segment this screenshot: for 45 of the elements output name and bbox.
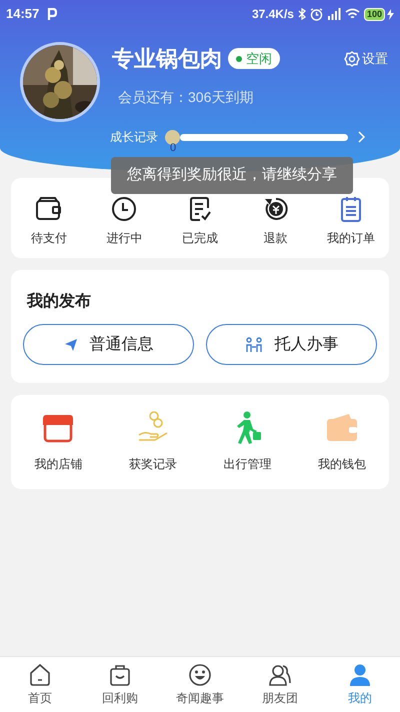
status-badge: 空闲	[228, 48, 280, 70]
chevron-right-icon[interactable]	[358, 131, 366, 143]
growth-thumb[interactable]	[165, 130, 180, 144]
people-icon	[268, 662, 292, 686]
tool-item[interactable]: 获奖记录	[106, 411, 200, 473]
settings-icon	[344, 50, 360, 66]
tab-item[interactable]: 奇闻趣事	[160, 657, 240, 712]
tool-item[interactable]: 出行管理	[200, 411, 294, 473]
refund-icon	[262, 196, 289, 222]
clock-icon	[111, 196, 138, 222]
growth-value: 0	[170, 142, 176, 154]
network-speed: 37.4K/s	[252, 6, 294, 23]
parking-app-icon	[47, 8, 58, 20]
membership-text: 会员还有：306天到期	[118, 88, 254, 107]
battery-indicator: 100	[364, 8, 385, 20]
alarm-icon	[310, 8, 323, 20]
checklist-icon	[188, 196, 212, 222]
toast-message: 您离得到奖励很近，请继续分享	[111, 157, 353, 194]
home-icon	[28, 662, 52, 686]
publish-button[interactable]: 普通信息	[23, 324, 194, 365]
tool-item[interactable]: 我的店铺	[11, 411, 106, 473]
shop-icon	[42, 413, 74, 443]
wallet-icon	[324, 413, 359, 443]
people-icon	[244, 336, 262, 352]
tab-item[interactable]: 首页	[0, 657, 80, 712]
bluetooth-icon	[298, 8, 306, 20]
person-icon	[348, 662, 372, 686]
settings-button[interactable]: 设置	[344, 48, 388, 68]
notepad-icon	[340, 196, 362, 222]
order-item[interactable]: 待支付	[11, 189, 87, 247]
section-title: 我的发布	[27, 292, 92, 312]
growth-label: 成长记录	[110, 129, 158, 146]
signal-icon	[326, 8, 341, 20]
tool-item[interactable]: 我的钱包	[294, 411, 389, 473]
publish-button[interactable]: 托人办事	[206, 324, 377, 365]
wifi-icon	[344, 8, 360, 20]
user-name: 专业锅包肉	[112, 45, 222, 73]
shopping-bag-icon	[108, 662, 132, 686]
charging-icon	[387, 8, 394, 20]
status-time: 14:57	[6, 5, 40, 24]
wallet-icon	[34, 197, 63, 221]
paper-plane-icon	[64, 338, 78, 352]
tab-item[interactable]: 朋友团	[240, 657, 320, 712]
smiley-icon	[188, 662, 212, 686]
tab-item[interactable]: 回利购	[80, 657, 160, 712]
